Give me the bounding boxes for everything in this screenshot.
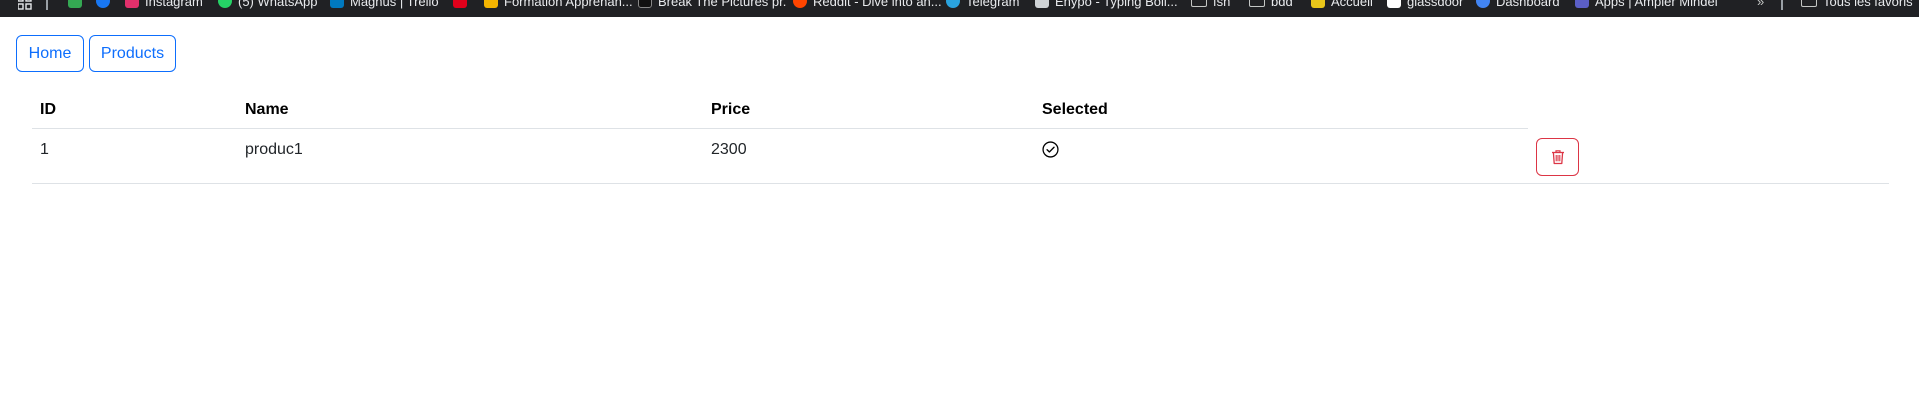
trello-icon <box>330 0 344 8</box>
bookmark-label: Reddit - Dive into an... <box>813 0 942 9</box>
column-header-name: Name <box>237 92 703 129</box>
break-icon <box>638 0 652 8</box>
cell-price: 2300 <box>703 128 1034 184</box>
bookmark-typing[interactable]: Enypo - Typing Boll... <box>1035 0 1178 9</box>
delete-button[interactable] <box>1536 138 1579 177</box>
cell-actions <box>1528 128 1889 184</box>
bookmark-red[interactable] <box>453 0 467 9</box>
bookmark-label: Apps | Ampler Mindel <box>1595 0 1718 9</box>
column-header-id: ID <box>32 92 237 129</box>
all-bookmarks-icon <box>1801 0 1817 7</box>
bookmarks-bar: Instagram (5) WhatsApp Magnus | Trello F… <box>0 0 1919 17</box>
bookmarks-separator-right <box>1781 0 1783 10</box>
bookmark-accueil[interactable]: Accueil <box>1311 0 1373 9</box>
table-header-row: ID Name Price Selected <box>32 92 1889 129</box>
products-table-container: ID Name Price Selected 1 produc1 2300 <box>32 92 1889 184</box>
table-row: 1 produc1 2300 <box>32 128 1889 184</box>
apps-grid-icon[interactable] <box>18 0 32 10</box>
cell-id: 1 <box>32 128 237 184</box>
bookmark-telegram[interactable]: Telegram <box>946 0 1019 9</box>
bookmark-glassdoor[interactable]: glassdoor <box>1387 0 1463 9</box>
folder-icon <box>1191 0 1207 7</box>
bookmark-facebook[interactable] <box>96 0 110 9</box>
trash-icon <box>1551 150 1564 165</box>
bookmarks-separator <box>46 0 48 10</box>
bookmark-label: bdd <box>1271 0 1293 9</box>
cell-selected <box>1034 128 1528 184</box>
column-header-actions <box>1528 92 1889 128</box>
products-button[interactable]: Products <box>89 35 176 72</box>
bookmark-label: Enypo - Typing Boll... <box>1055 0 1178 9</box>
bookmark-folder-fsh[interactable]: fsh <box>1191 0 1230 9</box>
cell-name: produc1 <box>237 128 703 184</box>
chevron-right-icon: » <box>1757 0 1765 9</box>
home-button[interactable]: Home <box>16 35 84 72</box>
folder-icon <box>1249 0 1265 7</box>
reddit-icon <box>793 0 807 8</box>
typing-icon <box>1035 0 1049 8</box>
accueil-icon <box>1311 0 1325 8</box>
bookmark-label: Break The Pictures pr. <box>658 0 787 9</box>
column-header-price: Price <box>703 92 1034 129</box>
dashboard-icon <box>1476 0 1490 8</box>
bookmark-folder-bdd[interactable]: bdd <box>1249 0 1293 9</box>
bookmark-instagram[interactable]: Instagram <box>125 0 203 9</box>
facebook-icon <box>96 0 110 8</box>
column-header-selected: Selected <box>1034 92 1528 129</box>
bookmark-apps-ampler[interactable]: Apps | Ampler Mindel <box>1575 0 1718 9</box>
bookmark-label: fsh <box>1213 0 1231 9</box>
telegram-icon <box>946 0 960 8</box>
bookmark-label: Dashboard <box>1496 0 1560 9</box>
bookmark-label: glassdoor <box>1407 0 1464 9</box>
bookmark-all-bookmarks[interactable]: Tous les favoris <box>1801 0 1913 9</box>
bookmark-label: Instagram <box>145 0 203 9</box>
check-circle-icon[interactable] <box>1042 140 1059 158</box>
apps-ampler-icon <box>1575 0 1589 8</box>
bookmark-label: Accueil <box>1331 0 1373 9</box>
bookmark-label: Telegram <box>966 0 1020 9</box>
bookmark-google-drive[interactable] <box>68 0 82 9</box>
bookmark-whatsapp[interactable]: (5) WhatsApp <box>218 0 317 9</box>
bookmark-label: Tous les favoris <box>1823 0 1913 9</box>
bookmark-label: Magnus | Trello <box>350 0 439 9</box>
instagram-icon <box>125 0 139 8</box>
google-drive-icon <box>68 0 82 8</box>
bookmark-break[interactable]: Break The Pictures pr. <box>638 0 786 9</box>
glassdoor-icon <box>1387 0 1401 8</box>
red-square-icon <box>453 0 467 8</box>
bookmark-trello[interactable]: Magnus | Trello <box>330 0 439 9</box>
top-navigation: Home Products <box>16 35 176 72</box>
bookmark-formation[interactable]: Formation Apprenan... <box>484 0 633 9</box>
whatsapp-icon <box>218 0 232 8</box>
formation-icon <box>484 0 498 8</box>
bookmark-reddit[interactable]: Reddit - Dive into an... <box>793 0 942 9</box>
products-table: ID Name Price Selected 1 produc1 2300 <box>32 92 1889 184</box>
bookmark-label: Formation Apprenan... <box>504 0 633 9</box>
bookmark-label: (5) WhatsApp <box>238 0 318 9</box>
bookmarks-overflow-chevron[interactable]: » <box>1757 0 1764 9</box>
bookmark-dashboard[interactable]: Dashboard <box>1476 0 1560 9</box>
